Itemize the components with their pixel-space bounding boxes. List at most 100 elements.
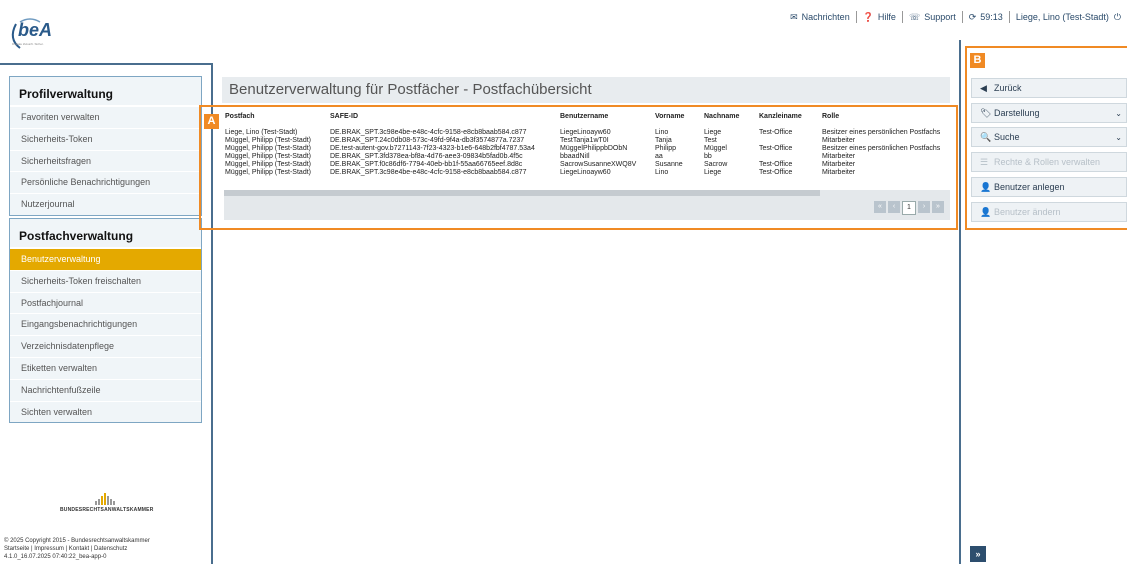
table-cell: LiegeLinoayw60 (560, 129, 611, 136)
table-cell: Besitzer eines persönlichen Postfachs (822, 129, 941, 136)
table-cell: Mitarbeiter (822, 153, 856, 160)
left-sidebar: Profilverwaltung Favoriten verwalten Sic… (0, 63, 213, 564)
table-cell: Lino (655, 129, 669, 136)
table-cell: Mitarbeiter (822, 169, 856, 176)
table-cell: Liege (704, 169, 722, 176)
action-button-zurück[interactable]: ◀ Zurück (971, 78, 1127, 98)
table-cell: Sacrow (704, 161, 728, 168)
sidebar-item-favorites[interactable]: Favoriten verwalten (10, 106, 201, 128)
action-button-label: Suche (994, 132, 1020, 142)
sidebar-item-inbox-notifications[interactable]: Eingangsbenachrichtigungen (10, 313, 201, 335)
column-header[interactable]: Rolle (821, 113, 944, 129)
action-button-label: Darstellung (994, 108, 1040, 118)
session-timer[interactable]: ⟳ 59:13 (963, 12, 1009, 23)
table-row[interactable]: Liege, Lino (Test-Stadt) DE.BRAK_SPT.3c98… (224, 129, 944, 137)
next-page-button[interactable]: › (918, 201, 930, 213)
table-cell: DE.BRAK_SPT.24c0db08-573c-49fd-9f4a-db3f… (330, 137, 525, 144)
top-nav: ✉ Nachrichten ❓ Hilfe ☏ Support ⟳ 59:13 … (784, 11, 1127, 23)
sidebar-item-user-management[interactable]: Benutzerverwaltung (10, 248, 201, 270)
horizontal-scrollbar[interactable] (224, 190, 820, 196)
table-cell: bbaadNiIl (560, 153, 590, 160)
table-cell: Besitzer eines persönlichen Postfachs (822, 145, 941, 152)
table-cell: DE.BRAK_SPT.3c98e4be-e48c-4cfc-9158-e8cb… (330, 129, 527, 136)
table-cell: aa (655, 153, 663, 160)
divider (0, 63, 211, 65)
table-cell: Test (704, 137, 717, 144)
sidebar-item-message-footer[interactable]: Nachrichtenfußzeile (10, 378, 201, 401)
sidebar-item-unlock-token[interactable]: Sicherheits-Token freischalten (10, 269, 201, 292)
brak-logo-bars (60, 493, 150, 505)
table-cell: Mitarbeiter (822, 137, 856, 144)
sidebar-item-labels[interactable]: Etiketten verwalten (10, 356, 201, 379)
nav-support[interactable]: ☏ Support (903, 12, 962, 23)
table-header-row: Postfach SAFE-ID Benutzername Vorname Na… (224, 113, 944, 129)
nav-label: Support (924, 12, 956, 22)
logo-text: beA (18, 20, 53, 40)
sidebar-item-mailbox-journal[interactable]: Postfachjournal (10, 291, 201, 314)
last-page-button[interactable]: » (932, 201, 944, 213)
tags-icon: 🏷 (980, 107, 992, 118)
table-row[interactable]: Müggel, Philipp (Test-Stadt) DE.BRAK_SPT.… (224, 169, 944, 177)
first-page-button[interactable]: « (874, 201, 886, 213)
table-cell: Müggel, Philipp (Test-Stadt) (225, 161, 311, 168)
table-row[interactable]: Müggel, Philipp (Test-Stadt) DE.BRAK_SPT.… (224, 137, 944, 145)
sidebar-item-directory[interactable]: Verzeichnisdatenpflege (10, 335, 201, 357)
table-cell: Philipp (655, 145, 677, 152)
action-button-label: Benutzer ändern (994, 207, 1061, 217)
table-cell: Müggel, Philipp (Test-Stadt) (225, 153, 311, 160)
sidebar-item-views[interactable]: Sichten verwalten (10, 400, 201, 423)
current-page[interactable]: 1 (902, 201, 916, 215)
sidebar-item-notifications[interactable]: Persönliche Benachrichtigungen (10, 171, 201, 193)
table-cell: DE.BRAK_SPT.3c98e4be-e48c-4cfc-9158-e8cb… (330, 169, 527, 176)
footer-links[interactable]: Startseite | Impressum | Kontakt | Daten… (4, 545, 150, 553)
column-header[interactable]: Benutzername (559, 113, 654, 129)
action-button-label: Zurück (994, 83, 1022, 93)
table-cell: SacrowSusanneXWQ8V (560, 161, 637, 168)
title-bar: Benutzerverwaltung für Postfächer - Post… (222, 77, 950, 103)
copyright-text: © 2025 Copyright 2015 - Bundesrechtsanwa… (4, 538, 150, 544)
sidebar-item-user-journal[interactable]: Nutzerjournal (10, 193, 201, 215)
action-button-darstellung[interactable]: 🏷 Darstellung ⌄ (971, 103, 1127, 123)
page-title: Benutzerverwaltung für Postfächer - Post… (229, 81, 592, 98)
session-timer-value: 59:13 (980, 12, 1003, 22)
action-button-label: Benutzer anlegen (994, 182, 1065, 192)
action-button-benutzer-anlegen[interactable]: 👤 Benutzer anlegen (971, 177, 1127, 197)
table-cell: DE.test-autent-gov.b7271143-7f23-4323-b1… (330, 145, 535, 152)
user-menu[interactable]: Liege, Lino (Test-Stadt) ⏻ (1010, 12, 1127, 23)
sidebar-item-security-questions[interactable]: Sicherheitsfragen (10, 149, 201, 172)
table-cell: MüggelPhilippbDObN (560, 145, 628, 152)
pagination: « ‹ 1 › » (874, 201, 944, 215)
table-cell: Lino (655, 169, 669, 176)
column-header[interactable]: Nachname (703, 113, 758, 129)
action-button-suche[interactable]: 🔍 Suche ⌄ (971, 127, 1127, 147)
table-row[interactable]: Müggel, Philipp (Test-Stadt) DE.BRAK_SPT.… (224, 161, 944, 169)
table-cell (758, 137, 821, 145)
envelope-icon: ✉ (790, 11, 798, 22)
table-cell: Test-Office (759, 169, 793, 176)
annotation-label-a: A (204, 114, 219, 129)
table-cell: Test-Office (759, 145, 793, 152)
column-header[interactable]: Vorname (654, 113, 703, 129)
column-header[interactable]: SAFE-ID (329, 113, 559, 129)
column-header[interactable]: Kanzleiname (758, 113, 821, 129)
table-cell: LiegeLinoayw60 (560, 169, 611, 176)
sidebar-item-security-token[interactable]: Sicherheits-Token (10, 127, 201, 150)
add-user-icon: 👤 (980, 181, 992, 192)
question-icon: ❓ (862, 11, 874, 22)
nav-help[interactable]: ❓ Hilfe (857, 12, 902, 23)
prev-page-button[interactable]: ‹ (888, 201, 900, 213)
action-button-rechte-rollen-verwalten[interactable]: ☰ Rechte & Rollen verwalten (971, 152, 1127, 172)
table-row[interactable]: Müggel, Philipp (Test-Stadt) DE.BRAK_SPT.… (224, 153, 944, 161)
table-cell: Müggel, Philipp (Test-Stadt) (225, 137, 311, 144)
table-cell: DE.BRAK_SPT.3fd378ea-bf8a-4d76-aee3-0983… (330, 153, 523, 160)
power-icon[interactable]: ⏻ (1114, 12, 1121, 23)
column-header[interactable]: Postfach (224, 113, 329, 129)
action-button-benutzer-ändern[interactable]: 👤 Benutzer ändern (971, 202, 1127, 222)
table-cell: Müggel, Philipp (Test-Stadt) (225, 169, 311, 176)
refresh-icon: ⟳ (968, 11, 977, 22)
table-cell: Liege, Lino (Test-Stadt) (225, 129, 298, 136)
expand-sidebar-button[interactable]: » (970, 546, 986, 562)
table-row[interactable]: Müggel, Philipp (Test-Stadt) DE.test-aute… (224, 145, 944, 153)
nav-messages[interactable]: ✉ Nachrichten (784, 12, 856, 23)
chevron-down-icon: ⌄ (1115, 108, 1122, 118)
